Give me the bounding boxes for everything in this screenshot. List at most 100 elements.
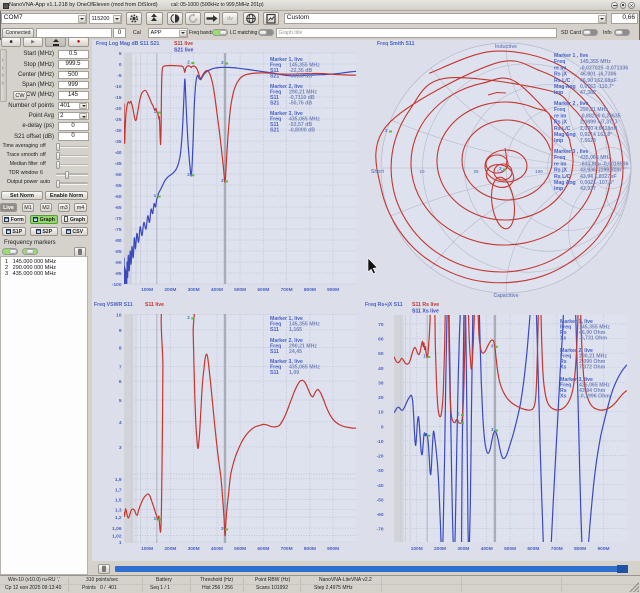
svg-text:Rs jX: Rs jX	[554, 120, 568, 126]
svg-text:1,9: 1,9	[115, 477, 122, 483]
svg-text:10: 10	[378, 410, 384, 416]
svg-text:Inductive: Inductive	[495, 44, 517, 50]
svg-text:290,21 MHz: 290,21 MHz	[580, 107, 608, 113]
svg-text:S11 Xs live: S11 Xs live	[412, 309, 439, 315]
svg-text:-35: -35	[115, 139, 122, 145]
svg-text:100M: 100M	[141, 546, 153, 552]
svg-text:700M: 700M	[281, 287, 293, 293]
svg-text:30: 30	[378, 380, 384, 386]
svg-text:435,065 MHz: 435,065 MHz	[580, 155, 611, 161]
svg-text:25: 25	[473, 169, 479, 174]
svg-text:500M: 500M	[234, 546, 246, 552]
svg-text:700M: 700M	[551, 546, 563, 552]
svg-text:-30: -30	[377, 468, 384, 474]
svg-text:-25: -25	[115, 117, 122, 123]
svg-text:0: 0	[381, 424, 384, 430]
svg-text:10: 10	[419, 169, 425, 174]
svg-text:47,382: 47,382	[580, 90, 596, 96]
svg-text:Marker 3 , live: Marker 3 , live	[554, 149, 588, 155]
svg-text:0,9214 163,9°: 0,9214 163,9°	[580, 132, 612, 138]
svg-text:200M: 200M	[434, 546, 446, 552]
svg-text:re im: re im	[554, 161, 567, 167]
svg-text:500M: 500M	[234, 287, 246, 293]
svg-text:0,0021 -107,5°: 0,0021 -107,5°	[580, 180, 614, 186]
svg-text:Freq VSWR S11: Freq VSWR S11	[94, 302, 133, 308]
svg-text:-55: -55	[115, 183, 122, 189]
svg-text:Rs L/C: Rs L/C	[554, 126, 571, 132]
svg-text:1,09: 1,09	[289, 370, 299, 376]
svg-text:S11: S11	[270, 327, 279, 333]
svg-text:1,06: 1,06	[112, 526, 122, 532]
svg-text:Rs L/C: Rs L/C	[554, 174, 571, 180]
svg-text:Mag Ang: Mag Ang	[554, 180, 576, 186]
svg-text:0,0763 -110,7°: 0,0763 -110,7°	[580, 84, 614, 90]
svg-text:400M: 400M	[211, 546, 223, 552]
svg-text:145,355 MHz: 145,355 MHz	[580, 59, 611, 65]
svg-text:Freq Log Mag dB S11 S21: Freq Log Mag dB S11 S21	[96, 41, 160, 47]
svg-text:600M: 600M	[527, 546, 539, 552]
svg-text:Xs: Xs	[560, 365, 566, 371]
svg-text:-0,027025 -0,071336: -0,027025 -0,071336	[580, 65, 628, 71]
svg-text:-95: -95	[115, 271, 122, 277]
svg-text:43,937: 43,937	[580, 186, 596, 192]
svg-text:S11 Rs live: S11 Rs live	[412, 302, 439, 308]
svg-text:Freq: Freq	[554, 59, 565, 65]
svg-text:Freq Smith S11: Freq Smith S11	[377, 41, 415, 47]
svg-text:Imp: Imp	[554, 138, 563, 144]
svg-text:60: 60	[378, 337, 384, 343]
svg-text:1,2: 1,2	[115, 515, 122, 521]
svg-text:5: 5	[119, 51, 122, 57]
svg-text:Rs jX: Rs jX	[554, 72, 568, 78]
svg-text:400M: 400M	[211, 287, 223, 293]
svg-text:-70: -70	[377, 527, 384, 533]
svg-text:-65: -65	[115, 205, 122, 211]
svg-text:200M: 200M	[164, 287, 176, 293]
svg-text:-60: -60	[377, 512, 384, 518]
svg-text:100M: 100M	[411, 546, 423, 552]
svg-text:-50: -50	[115, 172, 122, 178]
svg-text:50: 50	[378, 351, 384, 357]
svg-text:1,02: 1,02	[112, 534, 122, 540]
svg-text:8: 8	[119, 345, 122, 351]
svg-text:re im: re im	[554, 113, 567, 119]
svg-text:-631,86u -0,0019586: -631,86u -0,0019586	[580, 161, 629, 167]
svg-text:500M: 500M	[504, 546, 516, 552]
svg-text:-5: -5	[117, 73, 122, 79]
svg-text:9: 9	[119, 328, 122, 334]
svg-text:-0,88206 0,26635: -0,88206 0,26635	[580, 113, 621, 119]
svg-text:-50,76 dB: -50,76 dB	[289, 101, 312, 107]
svg-text:-50: -50	[377, 498, 384, 504]
svg-text:100: 100	[535, 169, 543, 174]
svg-text:-10: -10	[115, 84, 122, 90]
svg-text:800M: 800M	[574, 546, 586, 552]
svg-text:4: 4	[119, 420, 122, 426]
svg-text:300M: 300M	[188, 287, 200, 293]
svg-text:Capacitive: Capacitive	[493, 293, 518, 299]
svg-text:Xs: Xs	[560, 336, 566, 342]
svg-text:-75: -75	[115, 227, 122, 233]
svg-text:Marker 2 , live: Marker 2 , live	[554, 101, 588, 107]
svg-text:900M: 900M	[598, 546, 610, 552]
svg-text:600M: 600M	[257, 546, 269, 552]
svg-text:7,372 Ohm: 7,372 Ohm	[579, 365, 606, 371]
svg-text:S21: S21	[270, 101, 279, 107]
svg-text:46,901 -j6,7306: 46,901 -j6,7306	[580, 72, 616, 78]
svg-text:S11: S11	[270, 349, 279, 355]
svg-text:-60: -60	[115, 194, 122, 200]
svg-text:S21 live: S21 live	[174, 48, 193, 54]
svg-text:-6,731 Ohm: -6,731 Ohm	[579, 336, 607, 342]
svg-text:Freq: Freq	[554, 155, 565, 161]
svg-text:-85: -85	[115, 249, 122, 255]
svg-text:7: 7	[119, 365, 122, 371]
svg-text:1: 1	[119, 540, 122, 546]
svg-text:Imp: Imp	[554, 90, 563, 96]
svg-text:S11: S11	[270, 370, 279, 376]
svg-text:-90: -90	[115, 260, 122, 266]
svg-text:Rs L/C: Rs L/C	[554, 78, 571, 84]
svg-text:20: 20	[378, 395, 384, 401]
svg-text:900M: 900M	[327, 287, 339, 293]
svg-text:-0,1996 Ohm: -0,1996 Ohm	[579, 394, 610, 400]
svg-text:300M: 300M	[188, 546, 200, 552]
svg-text:-70: -70	[115, 216, 122, 222]
svg-text:-40: -40	[115, 150, 122, 156]
